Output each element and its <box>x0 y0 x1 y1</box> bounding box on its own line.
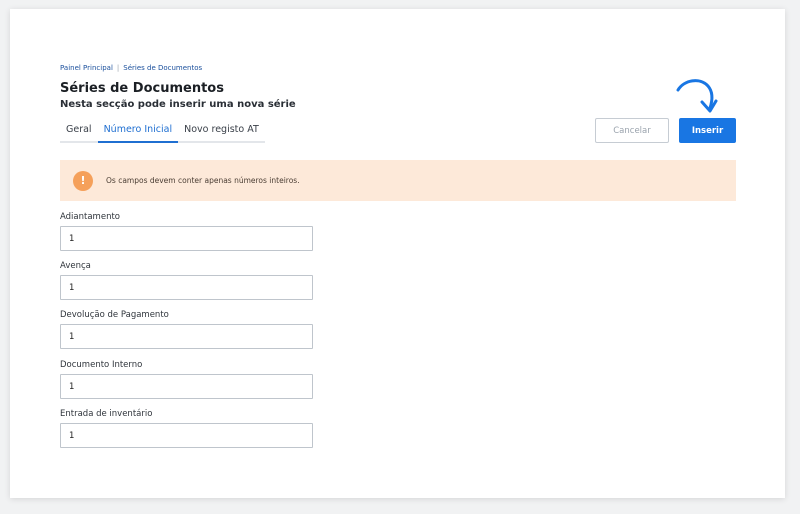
breadcrumb-home-link[interactable]: Painel Principal <box>60 64 113 72</box>
field-label-documento-interno: Documento Interno <box>60 360 143 370</box>
field-label-adiantamento: Adiantamento <box>60 212 120 222</box>
devolucao-pagamento-input[interactable] <box>60 324 313 349</box>
warning-icon: ! <box>73 170 93 191</box>
content-card: Painel Principal | Séries de Documentos … <box>10 9 785 498</box>
breadcrumb-current[interactable]: Séries de Documentos <box>123 64 202 72</box>
info-alert: ! Os campos devem conter apenas números … <box>60 160 736 201</box>
breadcrumb-separator: | <box>116 64 120 72</box>
page-subtitle: Nesta secção pode inserir uma nova série <box>60 99 296 110</box>
field-label-devolucao-pagamento: Devolução de Pagamento <box>60 310 169 320</box>
tab-bar: Geral Número Inicial Novo registo AT <box>60 122 265 143</box>
page-title: Séries de Documentos <box>60 81 224 96</box>
breadcrumb: Painel Principal | Séries de Documentos <box>60 64 202 72</box>
documento-interno-input[interactable] <box>60 374 313 399</box>
tab-numero-inicial[interactable]: Número Inicial <box>97 122 179 143</box>
field-label-avenca: Avença <box>60 261 91 271</box>
tab-novo-registo-at[interactable]: Novo registo AT <box>178 122 265 141</box>
field-label-entrada-inventario: Entrada de inventário <box>60 409 153 419</box>
curved-arrow-icon <box>676 79 718 113</box>
adiantamento-input[interactable] <box>60 226 313 251</box>
entrada-inventario-input[interactable] <box>60 423 313 448</box>
alert-message: Os campos devem conter apenas números in… <box>106 176 300 185</box>
tab-geral[interactable]: Geral <box>60 122 98 141</box>
cancel-button[interactable]: Cancelar <box>595 118 669 143</box>
insert-button[interactable]: Inserir <box>679 118 736 143</box>
avenca-input[interactable] <box>60 275 313 300</box>
